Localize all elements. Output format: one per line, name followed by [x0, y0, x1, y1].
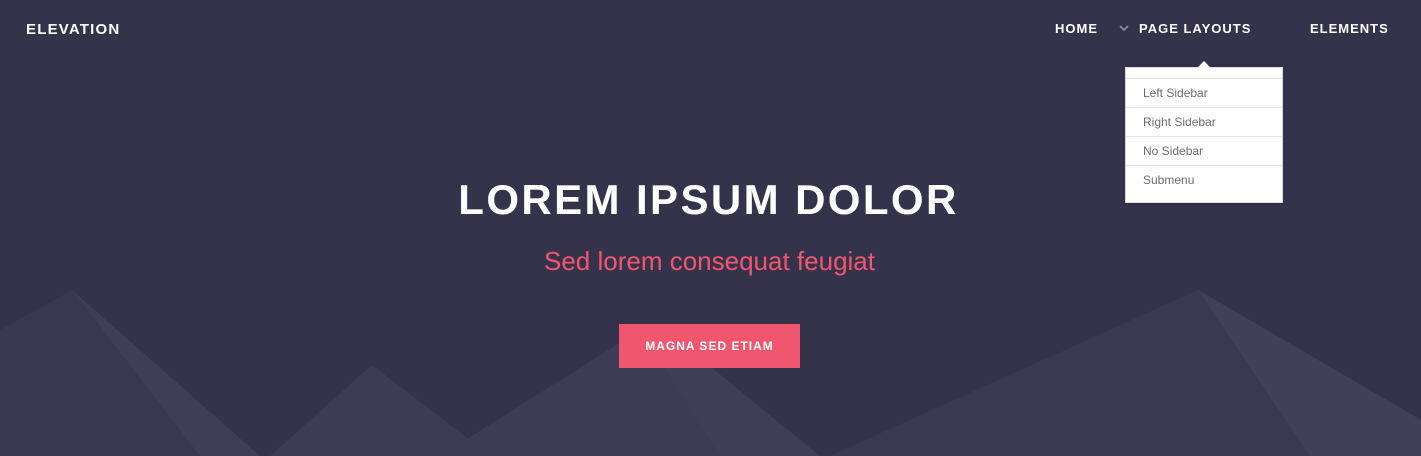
dropdown-item-right-sidebar[interactable]: Right Sidebar [1126, 107, 1282, 136]
dropdown-item-left-sidebar[interactable]: Left Sidebar [1126, 78, 1282, 107]
mountain-center-left [270, 365, 470, 456]
site-logo[interactable]: ELEVATION [26, 21, 120, 38]
dropdown-item-submenu[interactable]: Submenu [1126, 165, 1282, 194]
nav-item-page-layouts-label: PAGE LAYOUTS [1139, 21, 1252, 36]
cta-button[interactable]: MAGNA SED ETIAM [619, 324, 800, 368]
page-layouts-dropdown: Left Sidebar Right Sidebar No Sidebar Su… [1125, 61, 1283, 203]
hero-subtitle: Sed lorem consequat feugiat [544, 246, 875, 276]
chevron-down-icon [1119, 25, 1129, 32]
dropdown-pointer [1197, 61, 1211, 68]
nav-item-page-layouts[interactable]: PAGE LAYOUTS [1119, 21, 1252, 36]
nav-item-home[interactable]: HOME [1055, 21, 1098, 36]
nav-item-elements[interactable]: ELEMENTS [1310, 21, 1389, 36]
dropdown-item-no-sidebar[interactable]: No Sidebar [1126, 136, 1282, 165]
